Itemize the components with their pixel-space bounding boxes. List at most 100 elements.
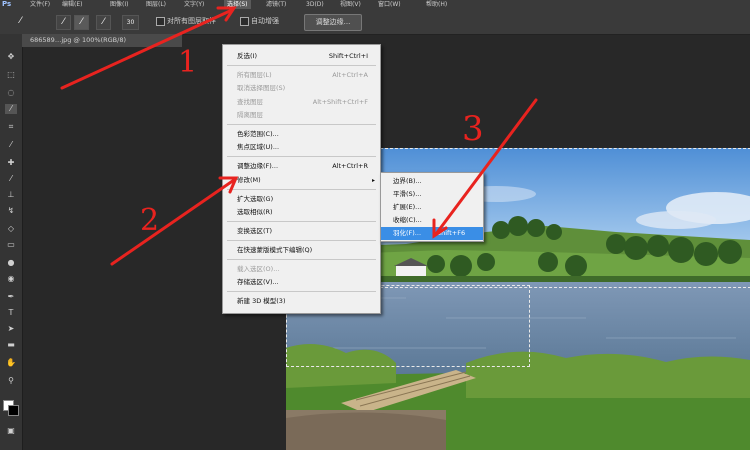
menu-item-label: 存储选区(V)... [237, 278, 279, 286]
menu-3d[interactable]: 3D(D) [306, 0, 324, 9]
menu-item-shortcut: Shift+Ctrl+I [328, 52, 368, 60]
sample-all-layers-checkbox[interactable] [156, 17, 165, 26]
menu-separator [227, 124, 376, 125]
menu-separator [227, 291, 376, 292]
shape-tool-icon[interactable]: ▬ [5, 340, 17, 350]
menu-filter[interactable]: 滤镜(T) [266, 0, 286, 9]
submenu-item-smooth[interactable]: 平滑(S)... [381, 188, 483, 201]
menu-separator [227, 156, 376, 157]
lasso-tool-icon[interactable]: ◌ [5, 88, 17, 98]
brush-size-picker[interactable]: 30 [122, 15, 139, 30]
history-brush-tool-icon[interactable]: ↯ [5, 206, 17, 216]
menu-view[interactable]: 视图(V) [340, 0, 361, 9]
menu-edit[interactable]: 编辑(E) [62, 0, 82, 9]
auto-enhance-checkbox[interactable] [240, 17, 249, 26]
menu-item-transform-selection[interactable]: 变换选区(T) [223, 225, 380, 238]
menu-item-modify[interactable]: 修改(M) ▸ [223, 174, 380, 187]
subtract-selection-icon[interactable]: ⁄ [96, 15, 111, 30]
brush-tool-icon[interactable]: ⁄ [14, 15, 27, 28]
menu-item-color-range[interactable]: 色彩范围(C)... [223, 128, 380, 141]
menu-item-label: 调整边缘(F)... [237, 162, 279, 170]
brush-size-value: 30 [126, 19, 135, 26]
menu-item-shortcut: Alt+Shift+Ctrl+F [312, 98, 368, 106]
submenu-item-contract[interactable]: 收缩(C)... [381, 214, 483, 227]
menu-item-similar[interactable]: 选取相似(R) [223, 206, 380, 219]
menu-item-label: 选取相似(R) [237, 208, 273, 216]
refine-edge-button[interactable]: 调整边缘... [304, 14, 362, 31]
submenu-item-expand[interactable]: 扩展(E)... [381, 201, 483, 214]
submenu-item-feather[interactable]: 羽化(F)... Shift+F6 [381, 227, 483, 240]
clone-stamp-tool-icon[interactable]: ⊥ [5, 190, 17, 200]
quick-mask-icon[interactable]: ▣ [5, 426, 17, 436]
submenu-item-label: 收缩(C)... [393, 216, 422, 224]
menu-item-label: 查找图层 [237, 98, 263, 106]
submenu-item-border[interactable]: 边界(B)... [381, 175, 483, 188]
submenu-item-label: 扩展(E)... [393, 203, 422, 211]
crop-tool-icon[interactable]: ⌗ [5, 122, 17, 132]
menu-item-new-3d-model[interactable]: 新建 3D 模型(3) [223, 295, 380, 308]
auto-enhance-label: 自动增强 [251, 17, 279, 25]
submenu-item-label: 羽化(F)... [393, 229, 422, 237]
menu-item-all-layers[interactable]: 所有图层(L) Alt+Ctrl+A [223, 69, 380, 82]
menu-item-save-selection[interactable]: 存储选区(V)... [223, 276, 380, 289]
menu-item-refine-edge[interactable]: 调整边缘(F)... Alt+Ctrl+R [223, 160, 380, 173]
options-bar: ⁄ ⁄ ⁄ ⁄ 30 对所有图层取样 自动增强 调整边缘... [0, 9, 750, 35]
menu-item-inverse[interactable]: 反选(I) Shift+Ctrl+I [223, 50, 380, 63]
gradient-tool-icon[interactable]: ▭ [5, 240, 17, 250]
zoom-tool-icon[interactable]: ⚲ [5, 376, 17, 386]
submenu-item-label: 边界(B)... [393, 177, 422, 185]
path-selection-tool-icon[interactable]: ➤ [5, 324, 17, 334]
move-tool-icon[interactable]: ✥ [5, 52, 17, 62]
hand-tool-icon[interactable]: ✋ [5, 358, 17, 368]
type-tool-icon[interactable]: T [5, 308, 17, 318]
menu-item-quick-mask[interactable]: 在快速蒙版模式下编辑(Q) [223, 244, 380, 257]
healing-tool-icon[interactable]: ✚ [5, 158, 17, 168]
document-tab[interactable]: 686589…jpg @ 100%(RGB/8) [22, 34, 182, 47]
add-to-selection-icon[interactable]: ⁄ [74, 15, 89, 30]
menu-layer[interactable]: 图层(L) [146, 0, 166, 9]
menu-item-isolate-layers[interactable]: 隔离图层 [223, 109, 380, 122]
marquee-tool-icon[interactable]: ⬚ [5, 70, 17, 80]
menu-image[interactable]: 图像(I) [110, 0, 128, 9]
modify-submenu: 边界(B)... 平滑(S)... 扩展(E)... 收缩(C)... 羽化(F… [380, 172, 484, 242]
menu-item-label: 取消选择图层(S) [237, 84, 286, 92]
brush-tool-icon[interactable]: ⁄ [5, 174, 17, 184]
menu-item-label: 载入选区(O)... [237, 265, 280, 273]
menu-bar: Ps 文件(F) 编辑(E) 图像(I) 图层(L) 文字(Y) 选择(S) 滤… [0, 0, 750, 9]
menu-separator [227, 259, 376, 260]
menu-separator [227, 189, 376, 190]
blur-tool-icon[interactable]: ● [5, 258, 17, 268]
quick-selection-tool-icon[interactable]: ⁄ [5, 104, 17, 114]
menu-item-load-selection[interactable]: 载入选区(O)... [223, 263, 380, 276]
menu-item-focus-area[interactable]: 焦点区域(U)... [223, 141, 380, 154]
eyedropper-tool-icon[interactable]: ⁄ [5, 140, 17, 150]
menu-item-label: 新建 3D 模型(3) [237, 297, 286, 305]
menu-item-shortcut: Alt+Ctrl+R [332, 162, 368, 170]
menu-item-label: 修改(M) [237, 176, 261, 184]
menu-item-deselect-layers[interactable]: 取消选择图层(S) [223, 82, 380, 95]
photoshop-logo: Ps [2, 0, 12, 8]
background-color-swatch[interactable] [8, 405, 19, 416]
dodge-tool-icon[interactable]: ◉ [5, 274, 17, 284]
menu-item-grow[interactable]: 扩大选取(G) [223, 193, 380, 206]
pen-tool-icon[interactable]: ✒ [5, 292, 17, 302]
menu-item-label: 隔离图层 [237, 111, 263, 119]
menu-window[interactable]: 窗口(W) [378, 0, 401, 9]
submenu-item-label: 平滑(S)... [393, 190, 422, 198]
menu-item-label: 在快速蒙版模式下编辑(Q) [237, 246, 313, 254]
menu-item-label: 变换选区(T) [237, 227, 273, 235]
menu-help[interactable]: 帮助(H) [426, 0, 447, 9]
menu-item-label: 扩大选取(G) [237, 195, 274, 203]
new-selection-icon[interactable]: ⁄ [56, 15, 71, 30]
eraser-tool-icon[interactable]: ◇ [5, 224, 17, 234]
menu-file[interactable]: 文件(F) [30, 0, 50, 9]
sample-all-layers-label: 对所有图层取样 [167, 17, 216, 25]
menu-item-label: 反选(I) [237, 52, 257, 60]
menu-select[interactable]: 选择(S) [224, 0, 251, 9]
submenu-arrow-icon: ▸ [371, 177, 375, 184]
document-tab-title: 686589…jpg @ 100%(RGB/8) [30, 36, 126, 44]
menu-type[interactable]: 文字(Y) [184, 0, 204, 9]
menu-separator [227, 221, 376, 222]
menu-item-find-layers[interactable]: 查找图层 Alt+Shift+Ctrl+F [223, 96, 380, 109]
tools-panel: ✥ ⬚ ◌ ⁄ ⌗ ⁄ ✚ ⁄ ⊥ ↯ ◇ ▭ ● ◉ ✒ T ➤ ▬ ✋ ⚲ … [0, 34, 23, 450]
